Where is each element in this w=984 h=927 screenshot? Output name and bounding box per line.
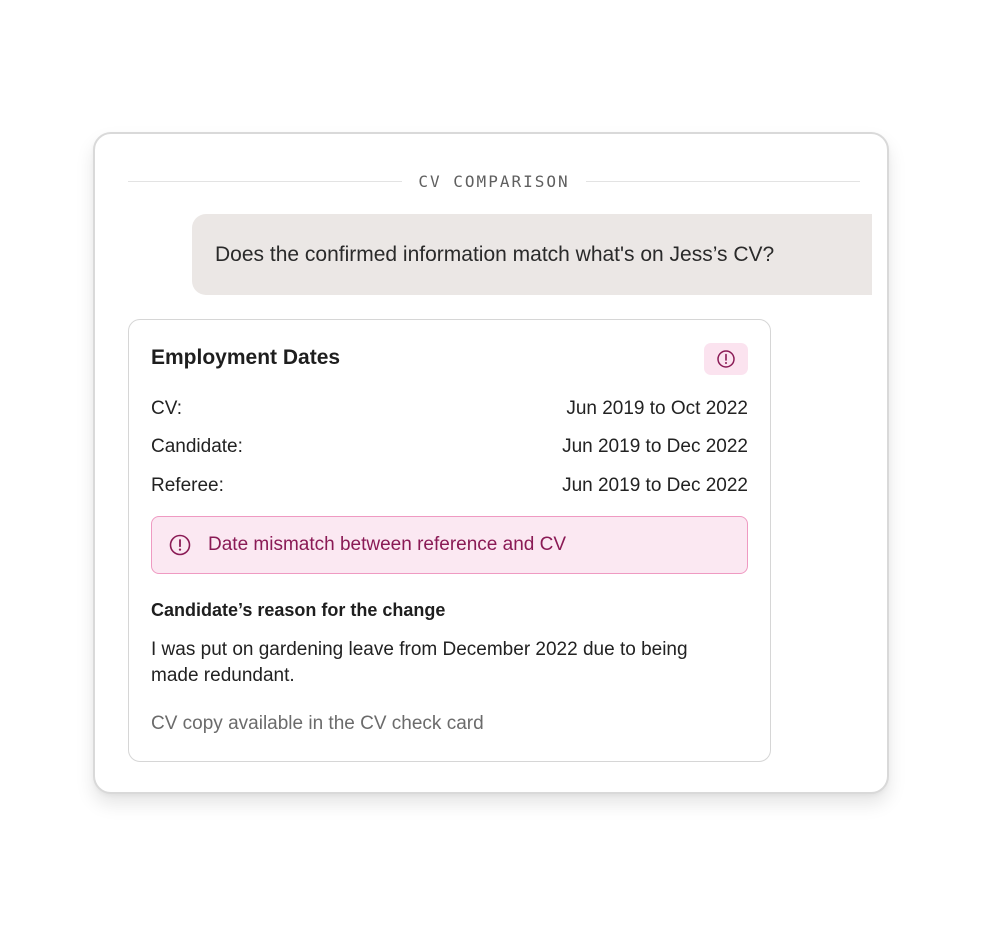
cv-copy-note: CV copy available in the CV check card <box>151 713 484 734</box>
divider-right <box>585 180 861 182</box>
reason-heading: Candidate’s reason for the change <box>151 600 446 620</box>
cv-comparison-panel: CV COMPARISON Does the confirmed informa… <box>93 132 889 794</box>
question-bubble: Does the confirmed information match wha… <box>192 214 872 295</box>
date-row-candidate: Candidate: Jun 2019 to Dec 2022 <box>151 436 748 458</box>
date-mismatch-alert: Date mismatch between reference and CV <box>151 516 748 574</box>
date-row-referee: Referee: Jun 2019 to Dec 2022 <box>151 475 748 497</box>
alert-text: Date mismatch between reference and CV <box>208 534 567 555</box>
reason-text: I was put on gardening leave from Decemb… <box>151 639 688 686</box>
date-row-cv: CV: Jun 2019 to Oct 2022 <box>151 398 748 420</box>
alert-badge[interactable] <box>704 343 748 375</box>
row-label: Candidate: <box>151 436 243 457</box>
alert-circle-icon <box>168 533 192 557</box>
card-title: Employment Dates <box>151 346 341 369</box>
section-header: CV COMPARISON <box>128 168 861 194</box>
row-label: CV: <box>151 398 182 419</box>
section-title: CV COMPARISON <box>418 171 570 191</box>
alert-circle-icon <box>716 349 736 369</box>
row-label: Referee: <box>151 475 224 496</box>
row-value: Jun 2019 to Dec 2022 <box>562 475 748 496</box>
question-text: Does the confirmed information match wha… <box>215 242 775 266</box>
row-value: Jun 2019 to Dec 2022 <box>562 436 748 457</box>
row-value: Jun 2019 to Oct 2022 <box>566 398 748 419</box>
employment-dates-card: Employment Dates CV: Jun 2019 to Oct 202… <box>128 319 771 762</box>
divider-left <box>128 180 403 182</box>
